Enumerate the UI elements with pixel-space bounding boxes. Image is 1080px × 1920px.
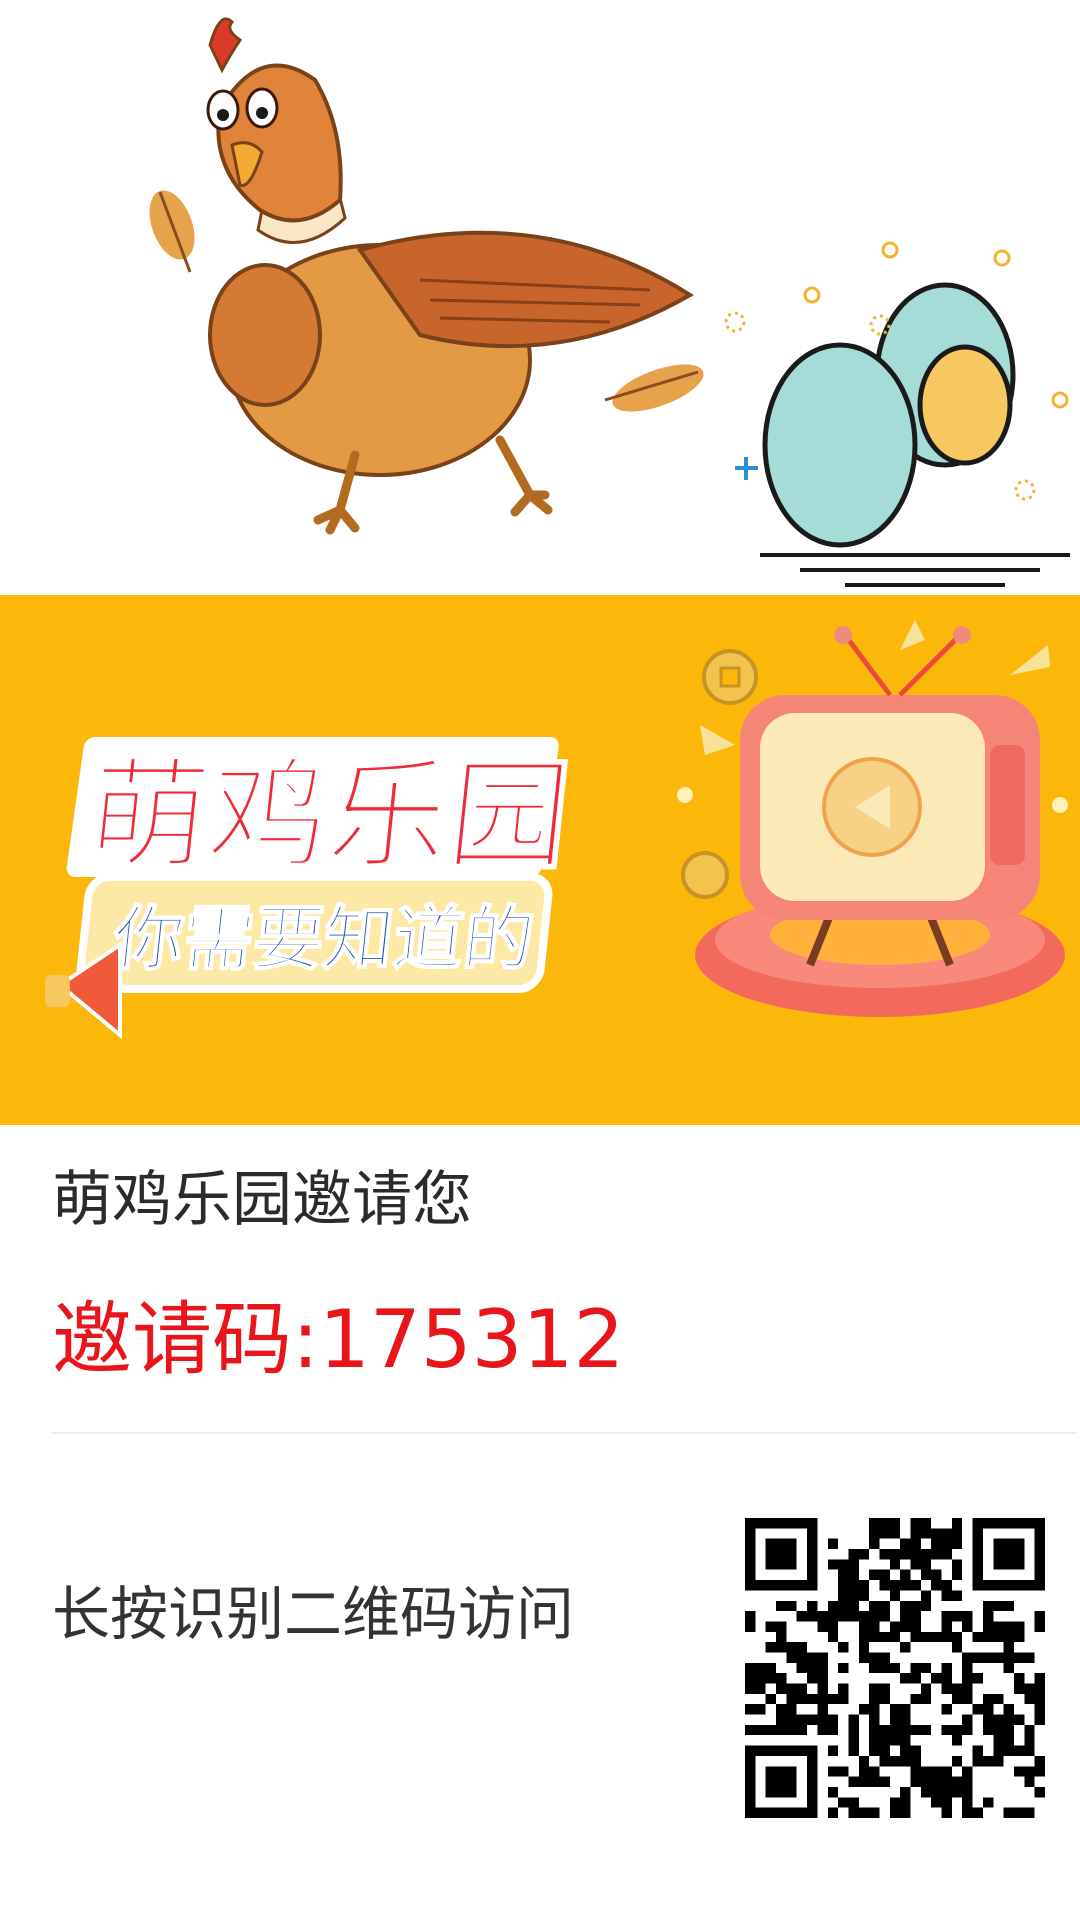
- invite-title: 萌鸡乐园邀请您: [52, 1165, 472, 1235]
- chicken-icon: [206, 17, 694, 535]
- hero-illustration: [0, 0, 1080, 595]
- banner-subtitle-group: 你需要知道的: [76, 873, 553, 993]
- eggs-icon: [724, 241, 1070, 587]
- promo-banner: 萌鸡乐园 你需要知道的: [0, 595, 1080, 1125]
- divider: [52, 1432, 1076, 1434]
- qr-code-icon: [745, 1518, 1045, 1818]
- qr-code[interactable]: [745, 1518, 1045, 1818]
- banner-artwork: 萌鸡乐园 你需要知道的: [0, 595, 1080, 1125]
- feather-right-icon: [604, 364, 704, 412]
- banner-title-group: 萌鸡乐园: [66, 737, 577, 887]
- chicken-eggs-illustration: [149, 17, 1070, 587]
- invite-code[interactable]: 邀请码:175312: [52, 1290, 624, 1390]
- feather-left-icon: [149, 190, 195, 273]
- qr-hint-text: 长按识别二维码访问: [52, 1580, 575, 1648]
- invite-card: 萌鸡乐园 你需要知道的 萌鸡乐园邀请您 邀请码:175312 长按识别二维码访问: [0, 0, 1080, 1920]
- banner-title: 萌鸡乐园: [81, 746, 576, 886]
- banner-subtitle: 你需要知道的: [109, 898, 539, 980]
